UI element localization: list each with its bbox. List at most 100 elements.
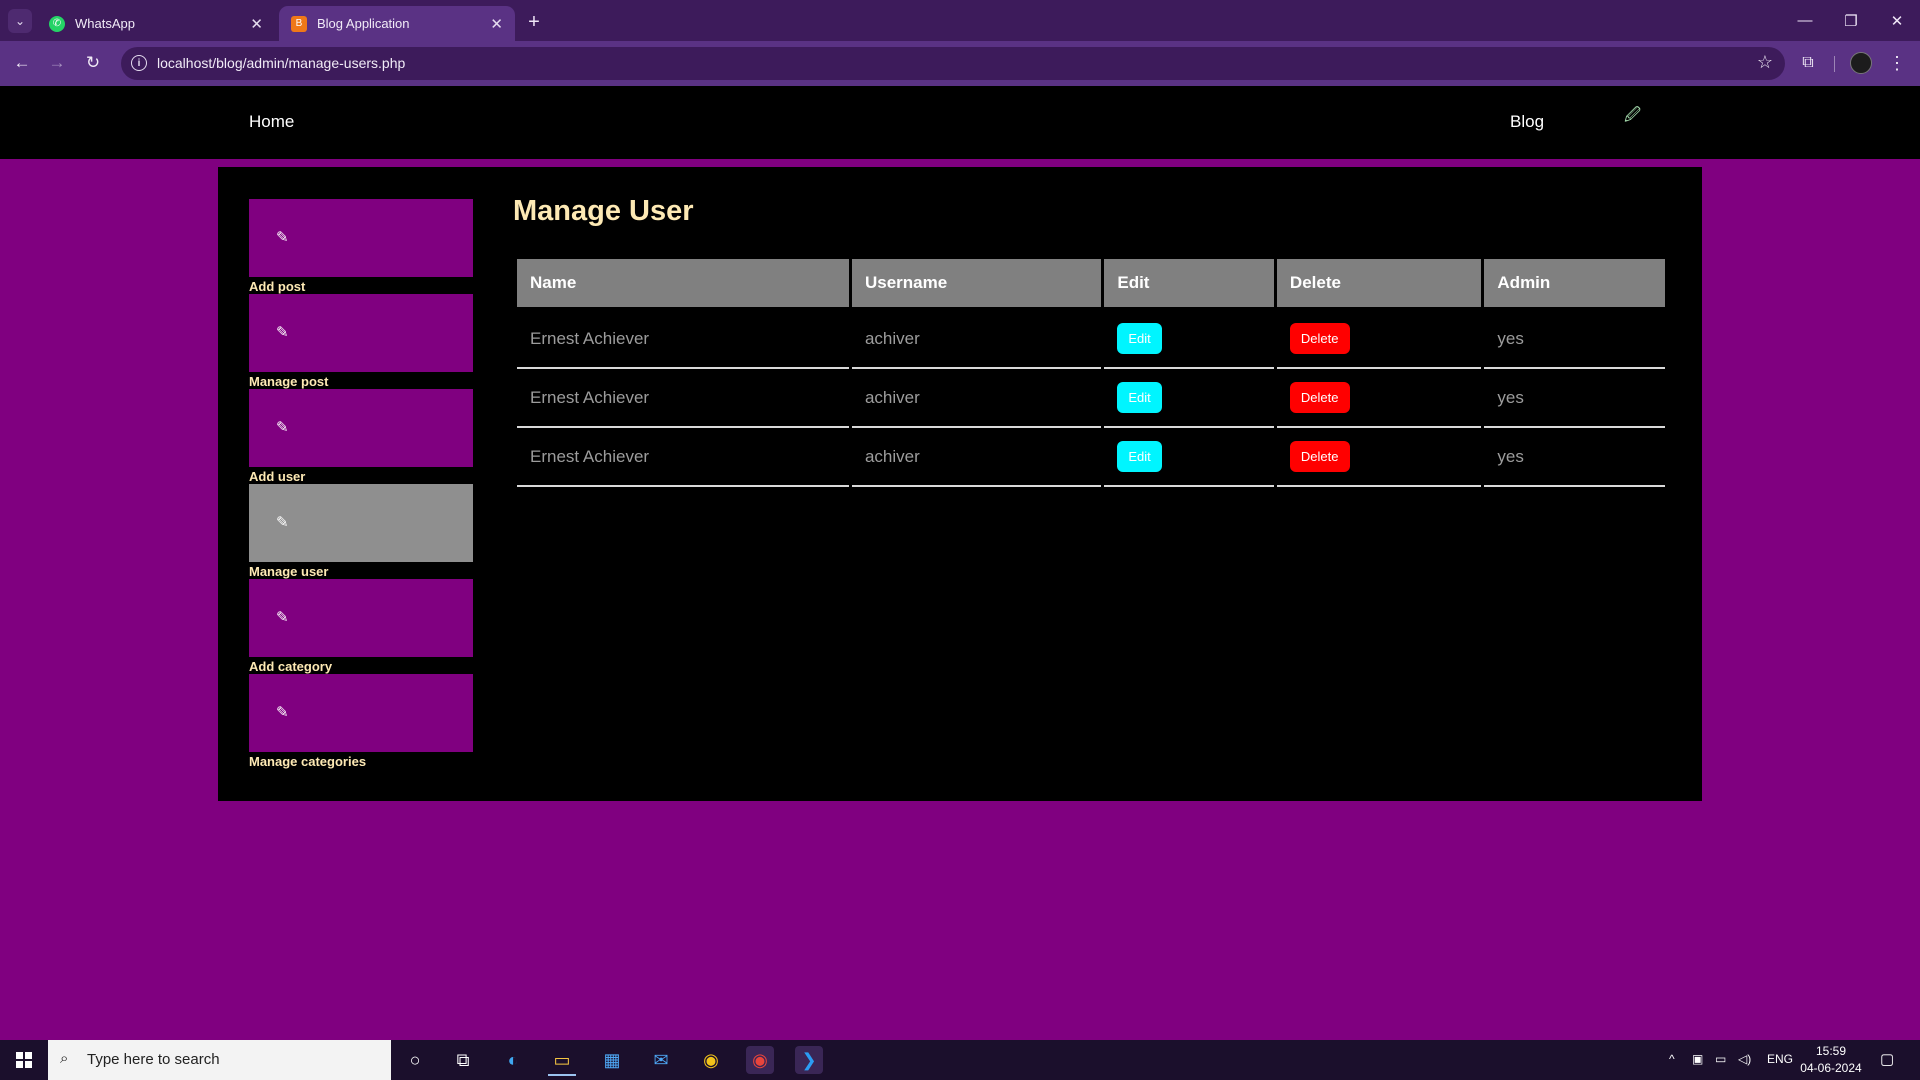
column-header-edit: Edit — [1104, 259, 1274, 310]
volume-icon[interactable]: ◁) — [1738, 1052, 1751, 1066]
address-bar[interactable]: i localhost/blog/admin/manage-users.php … — [121, 47, 1785, 80]
cell-edit: Edit — [1104, 428, 1274, 487]
table-row: Ernest Achiever achiver Edit Delete yes — [517, 428, 1665, 487]
new-tab-icon[interactable]: + — [520, 8, 548, 36]
network-icon[interactable]: ▭ — [1715, 1052, 1726, 1066]
windows-taskbar: ⌕ Type here to search ○ ⧉ ◐ ▭ ▦ ✉ ◉ ◉ ❯ … — [0, 1040, 1920, 1080]
admin-sidebar: ✎ Add post ✎ Manage post ✎ Add user ✎ Ma… — [249, 199, 473, 769]
nav-home-link[interactable]: Home — [249, 112, 294, 132]
start-button[interactable] — [0, 1040, 48, 1080]
nav-blog-link[interactable]: Blog — [1510, 112, 1544, 132]
bookmark-star-icon[interactable]: ☆ — [1757, 52, 1773, 73]
tab-search-icon[interactable]: ⌄ — [8, 9, 32, 33]
task-view-icon[interactable]: ⧉ — [449, 1046, 477, 1074]
cell-delete: Delete — [1276, 310, 1482, 369]
cell-username: achiver — [851, 310, 1102, 369]
delete-button[interactable]: Delete — [1289, 382, 1350, 413]
sidebar-item-add-category[interactable]: ✎ Add category — [249, 579, 473, 674]
reload-icon[interactable]: ↻ — [79, 49, 107, 77]
clock-date: 04-06-2024 — [1800, 1061, 1862, 1075]
close-window-icon[interactable]: ✕ — [1874, 0, 1920, 41]
cortana-icon[interactable]: ○ — [401, 1046, 429, 1074]
sidebar-item-box[interactable]: ✎ — [249, 579, 473, 657]
chrome-profile-icon[interactable]: ◉ — [746, 1046, 774, 1074]
windows-logo-icon — [16, 1052, 32, 1068]
sidebar-item-box[interactable]: ✎ — [249, 389, 473, 467]
admin-panel: ✎ Add post ✎ Manage post ✎ Add user ✎ Ma… — [218, 167, 1702, 801]
sidebar-item-box[interactable]: ✎ — [249, 199, 473, 277]
table-header-row: Name Username Edit Delete Admin — [517, 259, 1665, 310]
column-header-admin: Admin — [1484, 259, 1665, 310]
cell-edit: Edit — [1104, 310, 1274, 369]
mail-icon[interactable]: ✉ — [647, 1046, 675, 1074]
system-clock[interactable]: 15:59 04-06-2024 — [1796, 1043, 1866, 1077]
chrome-icon[interactable]: ◉ — [697, 1046, 725, 1074]
extensions-icon[interactable]: ⧉ — [1797, 52, 1819, 74]
sidebar-item-manage-user[interactable]: ✎ Manage user — [249, 484, 473, 579]
sidebar-item-manage-post[interactable]: ✎ Manage post — [249, 294, 473, 389]
cell-name: Ernest Achiever — [517, 310, 849, 369]
sidebar-item-label[interactable]: Manage user — [249, 564, 328, 579]
sidebar-item-label[interactable]: Manage post — [249, 374, 328, 389]
tab-whatsapp[interactable]: ✆ WhatsApp ✕ — [37, 6, 275, 41]
forward-icon[interactable]: → — [43, 49, 71, 77]
sidebar-item-label[interactable]: Add post — [249, 279, 305, 294]
site-logo-icon[interactable]: 🖉 — [1624, 104, 1646, 124]
sidebar-item-label[interactable]: Add category — [249, 659, 332, 674]
minimize-icon[interactable]: — — [1782, 0, 1828, 41]
back-icon[interactable]: ← — [8, 49, 36, 77]
sidebar-item-add-user[interactable]: ✎ Add user — [249, 389, 473, 484]
pencil-icon: ✎ — [276, 419, 289, 436]
close-tab-icon[interactable]: ✕ — [250, 15, 263, 33]
cell-delete: Delete — [1276, 369, 1482, 428]
delete-button[interactable]: Delete — [1289, 323, 1350, 354]
close-tab-icon[interactable]: ✕ — [490, 15, 503, 33]
blog-favicon-icon: B — [291, 15, 307, 32]
browser-toolbar: ← → ↻ i localhost/blog/admin/manage-user… — [0, 41, 1920, 86]
restore-icon[interactable]: ❐ — [1828, 0, 1874, 41]
users-table: Name Username Edit Delete Admin Ernest A… — [514, 259, 1668, 487]
cell-admin: yes — [1484, 369, 1665, 428]
sidebar-item-add-post[interactable]: ✎ Add post — [249, 199, 473, 294]
sidebar-item-box-active[interactable]: ✎ — [249, 484, 473, 562]
sidebar-item-label[interactable]: Manage categories — [249, 754, 366, 769]
tab-title: WhatsApp — [75, 16, 135, 31]
pencil-icon: ✎ — [276, 324, 289, 341]
cell-name: Ernest Achiever — [517, 428, 849, 487]
sidebar-item-manage-categories[interactable]: ✎ Manage categories — [249, 674, 473, 769]
browser-tab-strip: ⌄ ✆ WhatsApp ✕ B Blog Application ✕ + — … — [0, 0, 1920, 41]
table-row: Ernest Achiever achiver Edit Delete yes — [517, 369, 1665, 428]
language-indicator[interactable]: ENG — [1767, 1052, 1793, 1066]
cell-username: achiver — [851, 369, 1102, 428]
file-explorer-icon[interactable]: ▭ — [548, 1046, 576, 1076]
url-text[interactable]: localhost/blog/admin/manage-users.php — [157, 55, 405, 71]
delete-button[interactable]: Delete — [1289, 441, 1350, 472]
edit-button[interactable]: Edit — [1117, 441, 1162, 472]
taskbar-search-box[interactable]: ⌕ Type here to search — [48, 1040, 391, 1080]
search-placeholder[interactable]: Type here to search — [87, 1051, 220, 1068]
tab-blog-application[interactable]: B Blog Application ✕ — [279, 6, 515, 41]
profile-avatar[interactable] — [1850, 52, 1872, 74]
security-icon[interactable]: ▣ — [1692, 1052, 1703, 1066]
sidebar-item-box[interactable]: ✎ — [249, 674, 473, 752]
show-hidden-icons-icon[interactable]: ^ — [1669, 1052, 1675, 1066]
clock-time: 15:59 — [1815, 1044, 1847, 1058]
sidebar-item-box[interactable]: ✎ — [249, 294, 473, 372]
edit-button[interactable]: Edit — [1117, 382, 1162, 413]
microsoft-store-icon[interactable]: ▦ — [598, 1046, 626, 1074]
pencil-icon: ✎ — [276, 514, 289, 531]
site-info-icon[interactable]: i — [131, 55, 147, 71]
edit-button[interactable]: Edit — [1117, 323, 1162, 354]
site-navbar: Home Blog 🖉 — [0, 86, 1920, 159]
cell-edit: Edit — [1104, 369, 1274, 428]
vscode-icon[interactable]: ❯ — [795, 1046, 823, 1074]
sidebar-item-label[interactable]: Add user — [249, 469, 305, 484]
pencil-icon: ✎ — [276, 609, 289, 626]
cell-delete: Delete — [1276, 428, 1482, 487]
notifications-icon[interactable]: ▢ — [1880, 1050, 1894, 1068]
cell-name: Ernest Achiever — [517, 369, 849, 428]
whatsapp-icon: ✆ — [49, 15, 65, 32]
edge-browser-icon[interactable]: ◐ — [499, 1046, 527, 1074]
toolbar-divider — [1834, 56, 1835, 72]
browser-menu-icon[interactable]: ⋮ — [1886, 52, 1908, 74]
